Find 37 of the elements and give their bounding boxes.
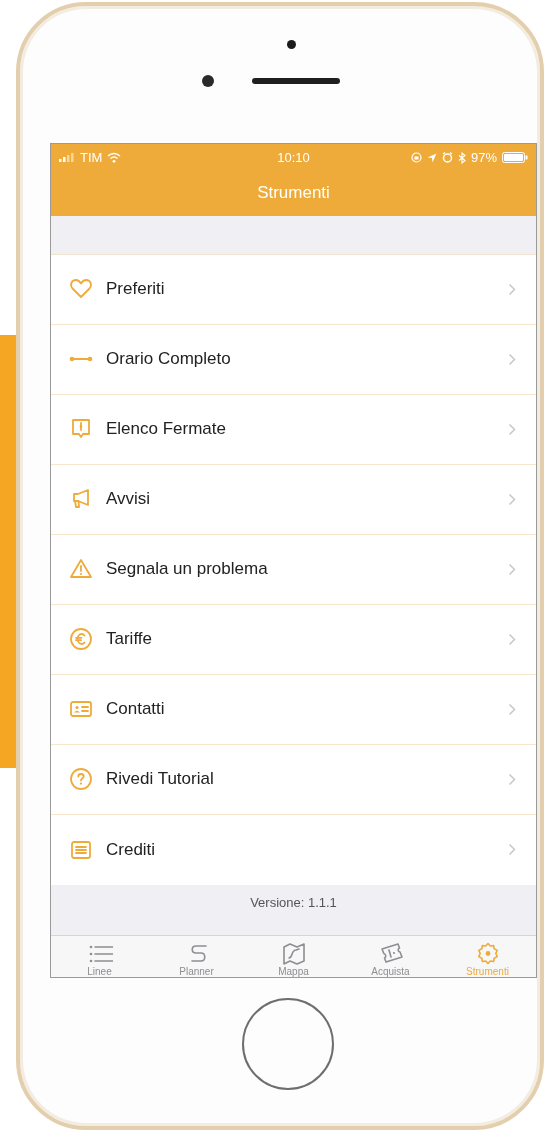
menu-item[interactable]: Contatti: [51, 674, 536, 745]
chevron-icon: [508, 562, 516, 576]
route-line-icon: [69, 356, 93, 363]
camera-dot: [286, 40, 296, 49]
chevron-icon: [508, 492, 516, 506]
battery-icon: [502, 152, 528, 163]
menu-item[interactable]: Avvisi: [51, 464, 536, 535]
front-camera: [202, 75, 214, 87]
bluetooth-icon: [457, 151, 466, 164]
chevron-icon: [508, 632, 516, 646]
menu-item[interactable]: Crediti: [51, 814, 536, 885]
version-text: Versione: 1.1.1: [250, 894, 337, 912]
alarm-icon: [441, 152, 453, 163]
euro-coin-icon: [69, 627, 93, 652]
wifi-icon: [107, 152, 122, 163]
menu-item[interactable]: Rivedi Tutorial: [51, 744, 536, 815]
chevron-icon: [508, 702, 516, 716]
menu-item[interactable]: Elenco Fermate: [51, 394, 536, 465]
chevron-icon: [508, 352, 516, 366]
menu-item[interactable]: Segnala un problema: [51, 534, 536, 605]
status-time: 10:10: [277, 150, 310, 165]
chevron-icon: [508, 843, 516, 857]
chevron-icon: [508, 422, 516, 436]
carrier-name: TIM: [80, 150, 103, 165]
help-icon: [69, 767, 93, 792]
location-icon: [426, 152, 437, 163]
chevron-icon: [508, 772, 516, 786]
menu-item[interactable]: Preferiti: [51, 254, 536, 325]
chevron-icon: [508, 282, 516, 296]
signal-icon: [59, 153, 75, 162]
menu-item[interactable]: Orario Completo: [51, 324, 536, 395]
home-button[interactable]: [242, 998, 334, 1090]
battery-percent: 97%: [470, 150, 497, 165]
map-icon: [280, 941, 307, 965]
screen-title: Strumenti: [257, 183, 330, 204]
lock-rotation-icon: [410, 152, 422, 163]
menu-item[interactable]: Tariffe: [51, 604, 536, 675]
